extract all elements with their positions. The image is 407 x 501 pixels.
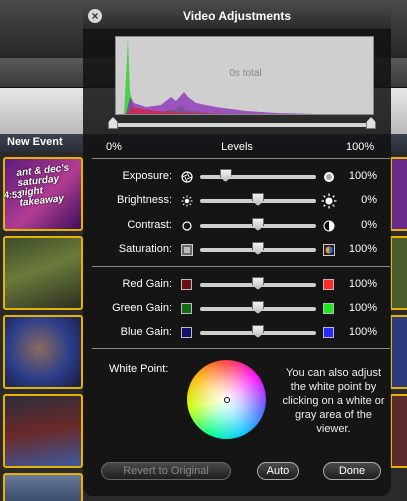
gray-swatch-icon (181, 244, 193, 256)
exposure-slider[interactable] (200, 175, 316, 179)
color-swatch-icon (323, 244, 335, 256)
contrast-slider-thumb[interactable] (252, 218, 264, 231)
green-gain-label: Green Gain: (112, 302, 172, 314)
levels-max-label: 100% (346, 141, 375, 153)
divider (92, 266, 390, 267)
revert-to-original-button[interactable]: Revert to Original (101, 462, 231, 480)
exposure-label: Exposure: (122, 170, 172, 182)
sun-small-icon (181, 195, 193, 207)
video-clip-thumbnail[interactable] (3, 473, 83, 501)
blue-bright-swatch-icon (323, 327, 334, 338)
auto-button[interactable]: Auto (257, 462, 299, 480)
saturation-slider-thumb[interactable] (252, 242, 264, 255)
video-clip-thumbnail[interactable] (390, 157, 407, 231)
levels-high-handle[interactable] (366, 117, 376, 129)
clip-duration: 4:53 (4, 190, 23, 200)
green-gain-slider-thumb[interactable] (252, 301, 264, 314)
green-gain-value: 100% (348, 302, 377, 314)
contrast-value: 0% (361, 219, 377, 231)
red-gain-slider-thumb[interactable] (252, 277, 264, 290)
sun-large-icon (321, 193, 337, 209)
histogram: 0s total (115, 36, 374, 115)
video-clip-thumbnail[interactable] (3, 394, 83, 468)
divider (92, 348, 390, 349)
red-bright-swatch-icon (323, 279, 334, 290)
levels-low-handle[interactable] (108, 117, 118, 129)
blue-gain-slider-thumb[interactable] (252, 325, 264, 338)
white-point-description: You can also adjust the white point by c… (282, 367, 385, 435)
red-gain-value: 100% (348, 278, 377, 290)
video-adjustments-panel: × Video Adjustments 0s total 0% Levels 1… (83, 3, 391, 496)
done-button[interactable]: Done (323, 462, 381, 480)
panel-title: Video Adjustments (182, 9, 292, 23)
divider (92, 158, 390, 159)
white-point-marker[interactable] (224, 397, 230, 403)
histogram-total: 0s total (229, 68, 262, 79)
white-point-label: White Point: (109, 363, 169, 375)
video-clip-thumbnail[interactable] (3, 315, 83, 389)
blue-gain-label: Blue Gain: (120, 326, 172, 338)
aperture-icon (181, 171, 193, 183)
exposure-value: 100% (348, 170, 377, 182)
red-gain-label: Red Gain: (122, 278, 172, 290)
blue-gain-value: 100% (348, 326, 377, 338)
contrast-icon (323, 220, 335, 232)
event-label: New Event (7, 136, 63, 148)
video-clip-thumbnail[interactable] (390, 394, 407, 468)
video-clip-thumbnail[interactable] (390, 315, 407, 389)
brightness-label: Brightness: (116, 194, 172, 206)
exposure-slider-thumb[interactable] (219, 169, 232, 182)
green-dim-swatch-icon (181, 303, 192, 314)
blue-dim-swatch-icon (181, 327, 192, 338)
clip-title-overlay: ant & dec's saturday night takeaway (15, 162, 70, 209)
circle-outline-icon (182, 221, 192, 231)
red-dim-swatch-icon (181, 279, 192, 290)
saturation-value: 100% (348, 243, 377, 255)
green-bright-swatch-icon (323, 303, 334, 314)
exposure-circle-icon (324, 172, 334, 182)
video-clip-thumbnail[interactable] (3, 236, 83, 310)
brightness-slider-thumb[interactable] (252, 193, 264, 206)
brightness-value: 0% (361, 194, 377, 206)
levels-track[interactable] (113, 123, 371, 127)
video-clip-thumbnail[interactable] (390, 236, 407, 310)
saturation-label: Saturation: (118, 243, 172, 255)
contrast-label: Contrast: (127, 219, 172, 231)
levels-label: Levels (221, 141, 253, 153)
